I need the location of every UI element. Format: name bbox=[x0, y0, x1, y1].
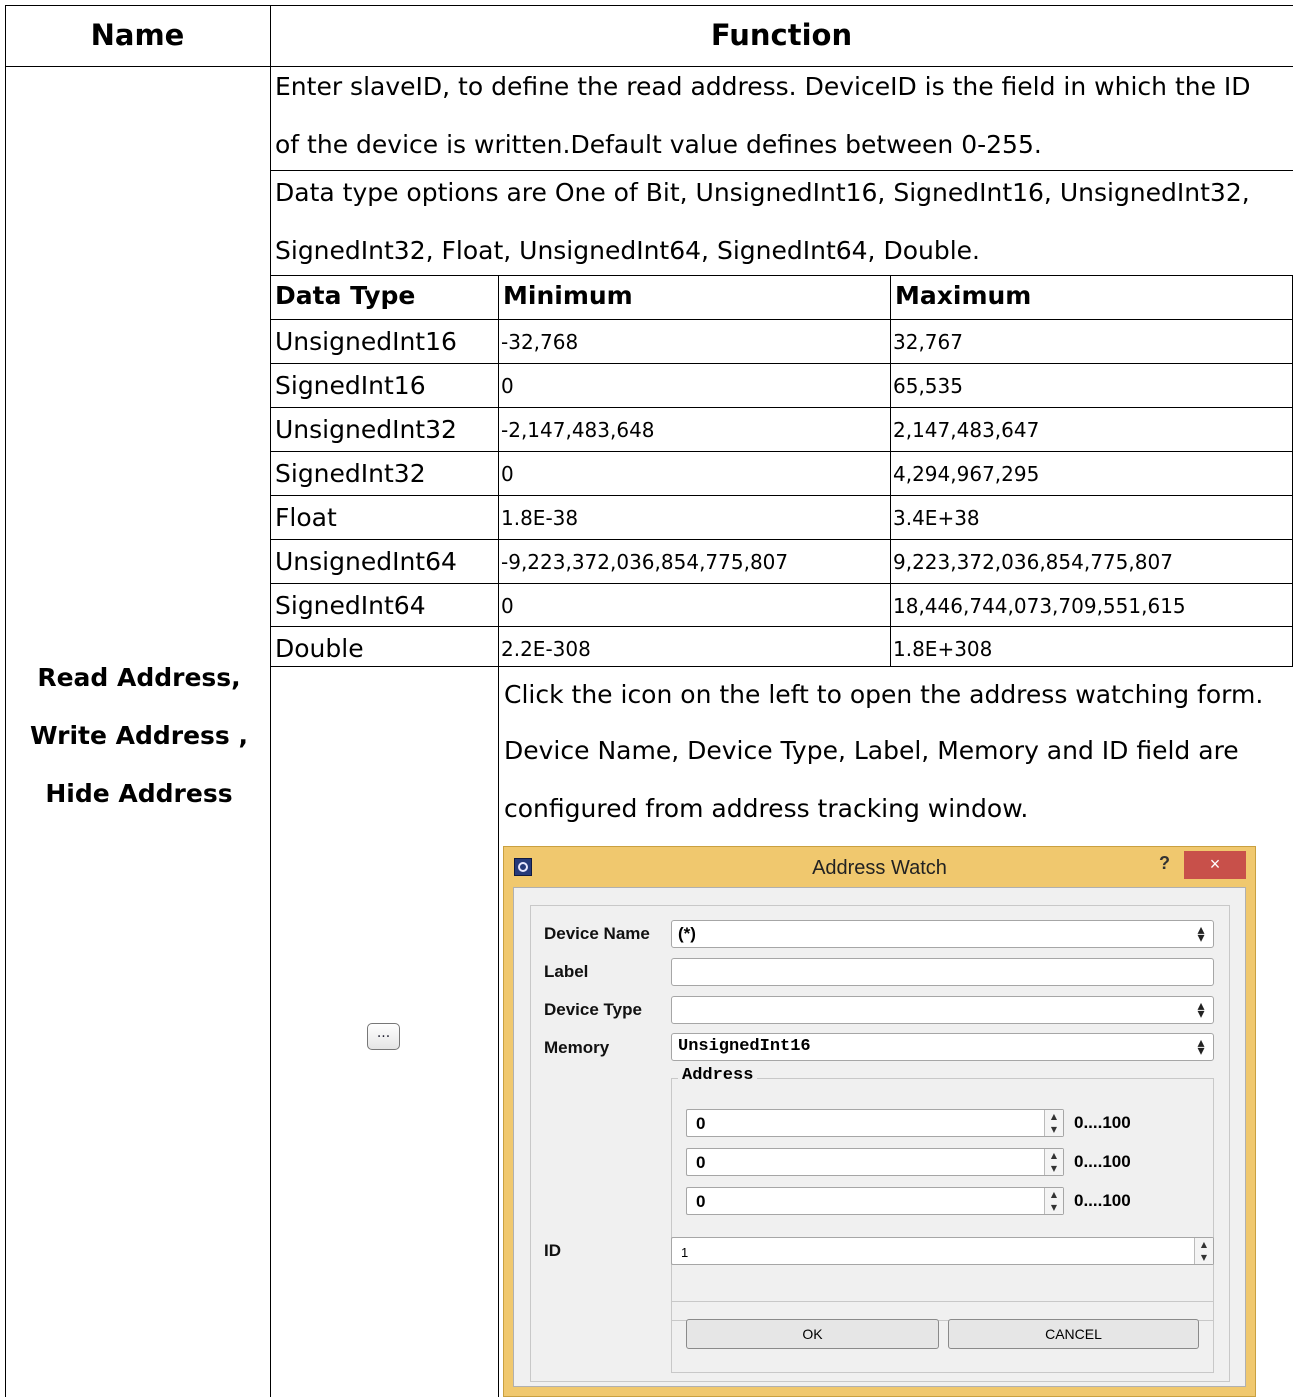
types-row-line bbox=[270, 451, 1293, 452]
types-cell: SignedInt16 bbox=[275, 371, 426, 400]
spinner-icon[interactable]: ▲ ▼ bbox=[1044, 1149, 1063, 1175]
types-row-line bbox=[270, 407, 1293, 408]
types-cell: -2,147,483,648 bbox=[501, 418, 655, 442]
dialog-title: Address Watch bbox=[812, 857, 947, 879]
spinner-icon[interactable]: ▲ ▼ bbox=[1194, 1238, 1213, 1264]
types-row-line bbox=[270, 319, 1293, 320]
types-col-line bbox=[498, 275, 499, 666]
device-name-select[interactable]: (*) ▴ ▾ bbox=[671, 920, 1214, 948]
id-value: 1 bbox=[681, 1245, 689, 1260]
para2-line-1: Data type options are One of Bit, Unsign… bbox=[275, 178, 1250, 207]
ok-button[interactable]: OK bbox=[686, 1319, 939, 1349]
types-cell: 0 bbox=[501, 594, 514, 618]
memory-select[interactable]: UnsignedInt16 ▴ ▾ bbox=[671, 1033, 1214, 1061]
types-cell: 1.8E-38 bbox=[501, 506, 579, 530]
id-label: ID bbox=[544, 1241, 561, 1260]
types-cell: 2.2E-308 bbox=[501, 637, 591, 661]
memory-value: UnsignedInt16 bbox=[678, 1037, 811, 1056]
types-header-cell: Data Type bbox=[275, 281, 416, 310]
types-cell: 2,147,483,647 bbox=[893, 418, 1040, 442]
name-header: Name bbox=[90, 18, 185, 52]
device-type-label: Device Type bbox=[544, 1000, 642, 1019]
name-cell-line-2: Write Address , bbox=[29, 721, 249, 750]
types-cell: UnsignedInt32 bbox=[275, 415, 457, 444]
para3-line-2: Device Name, Device Type, Label, Memory … bbox=[504, 736, 1239, 765]
para1-line-1: Enter slaveID, to define the read addres… bbox=[275, 72, 1251, 101]
types-cell: 0 bbox=[501, 462, 514, 486]
types-header-cell: Minimum bbox=[503, 281, 633, 310]
types-cell: -32,768 bbox=[501, 330, 579, 354]
types-cell: 65,535 bbox=[893, 374, 963, 398]
types-cell: 3.4E+38 bbox=[893, 506, 980, 530]
address-range-3: 0....100 bbox=[1074, 1191, 1131, 1210]
device-type-select[interactable]: ▴ ▾ bbox=[671, 996, 1214, 1024]
dialog-client: Device Name (*) ▴ ▾ Label Device Type ▴ ▾ … bbox=[513, 887, 1246, 1387]
types-header-cell: Maximum bbox=[895, 281, 1032, 310]
address-watch-dialog: Address Watch ? × Device Name (*) ▴ ▾ Lab… bbox=[503, 846, 1256, 1397]
device-name-label: Device Name bbox=[544, 924, 650, 943]
name-cell-line-1: Read Address, bbox=[37, 663, 241, 692]
types-cell: 4,294,967,295 bbox=[893, 462, 1040, 486]
close-button[interactable]: × bbox=[1184, 851, 1246, 879]
address-range-2: 0....100 bbox=[1074, 1152, 1131, 1171]
types-cell: SignedInt64 bbox=[275, 591, 426, 620]
types-cell: 0 bbox=[501, 374, 514, 398]
name-cell-line-3: Hide Address bbox=[45, 779, 233, 808]
spinner-icon[interactable]: ▲ ▼ bbox=[1044, 1188, 1063, 1214]
function-header: Function bbox=[710, 18, 853, 52]
ellipsis-button[interactable]: ... bbox=[367, 1023, 400, 1050]
types-cell: UnsignedInt16 bbox=[275, 327, 457, 356]
types-row-line bbox=[270, 583, 1293, 584]
address-range-1: 0....100 bbox=[1074, 1113, 1131, 1132]
para3-line-3: configured from address tracking window. bbox=[504, 794, 1029, 823]
types-row-line bbox=[270, 363, 1293, 364]
types-row-line bbox=[270, 495, 1293, 496]
types-cell: Float bbox=[275, 503, 337, 532]
chevron-updown-icon: ▴ ▾ bbox=[1197, 998, 1205, 1022]
label-input[interactable] bbox=[671, 958, 1214, 986]
types-cell: SignedInt32 bbox=[275, 459, 426, 488]
address-spinbox-1[interactable]: 0 ▲ ▼ bbox=[686, 1109, 1064, 1137]
types-cell: Double bbox=[275, 634, 364, 663]
spinner-icon[interactable]: ▲ ▼ bbox=[1044, 1110, 1063, 1136]
address-group-title: Address bbox=[678, 1066, 758, 1085]
help-icon[interactable]: ? bbox=[1159, 853, 1170, 874]
types-row-line bbox=[270, 275, 1293, 276]
lower-divider bbox=[498, 660, 499, 1397]
types-cell: -9,223,372,036,854,775,807 bbox=[501, 550, 789, 574]
chevron-updown-icon: ▴ ▾ bbox=[1197, 1035, 1205, 1059]
address-value-2: 0 bbox=[696, 1153, 706, 1172]
dialog-titlebar: Address Watch ? × bbox=[504, 847, 1255, 887]
address-spinbox-2[interactable]: 0 ▲ ▼ bbox=[686, 1148, 1064, 1176]
address-value-3: 0 bbox=[696, 1192, 706, 1211]
device-name-value: (*) bbox=[678, 924, 696, 943]
id-spinbox[interactable]: 1 ▲ ▼ bbox=[671, 1237, 1214, 1265]
form-group: Device Name (*) ▴ ▾ Label Device Type ▴ ▾ … bbox=[530, 905, 1230, 1382]
para1-divider bbox=[270, 170, 1293, 171]
types-cell: 9,223,372,036,854,775,807 bbox=[893, 550, 1173, 574]
table-border-top bbox=[5, 5, 1293, 6]
cancel-button[interactable]: CANCEL bbox=[948, 1319, 1199, 1349]
chevron-updown-icon: ▴ ▾ bbox=[1197, 922, 1205, 946]
table-border-left bbox=[5, 5, 6, 1397]
types-cell: 32,767 bbox=[893, 330, 963, 354]
types-cell: UnsignedInt64 bbox=[275, 547, 457, 576]
types-cell: 1.8E+308 bbox=[893, 637, 993, 661]
label-label: Label bbox=[544, 962, 589, 981]
types-cell: 18,446,744,073,709,551,615 bbox=[893, 594, 1186, 618]
address-spinbox-3[interactable]: 0 ▲ ▼ bbox=[686, 1187, 1064, 1215]
address-value-1: 0 bbox=[696, 1114, 706, 1133]
header-separator bbox=[5, 66, 1293, 67]
para1-line-2: of the device is written.Default value d… bbox=[275, 130, 1042, 159]
name-col-divider bbox=[270, 5, 271, 1397]
types-row-line bbox=[270, 626, 1293, 627]
types-row-line bbox=[270, 539, 1293, 540]
types-row-line bbox=[270, 666, 1293, 667]
types-col-line bbox=[890, 275, 891, 666]
para3-line-1: Click the icon on the left to open the a… bbox=[504, 680, 1264, 709]
para2-line-2: SignedInt32, Float, UnsignedInt64, Signe… bbox=[275, 236, 980, 265]
memory-label: Memory bbox=[544, 1038, 610, 1057]
